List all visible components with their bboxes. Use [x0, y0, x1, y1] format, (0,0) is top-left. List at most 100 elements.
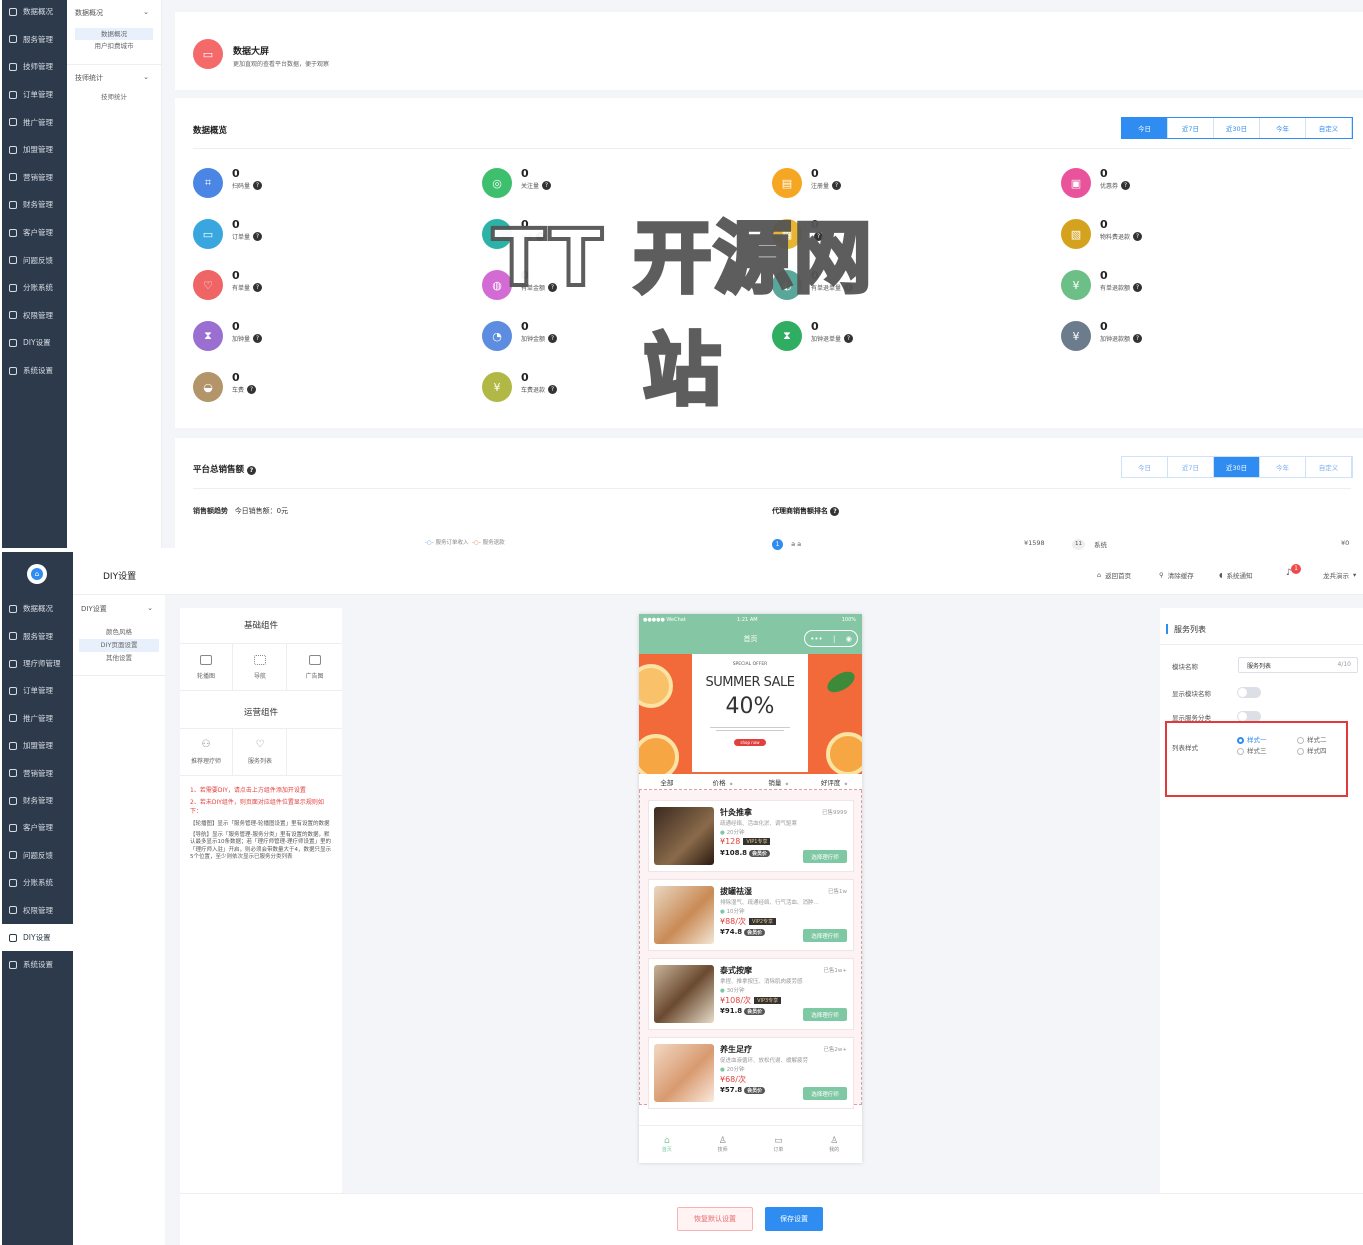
- range-tab[interactable]: 近30日: [1214, 118, 1260, 138]
- range-tab[interactable]: 近7日: [1168, 118, 1214, 138]
- style-radio-2[interactable]: 样式二: [1297, 735, 1327, 746]
- sidebar-item[interactable]: 加盟管理: [2, 732, 73, 760]
- choose-therapist-button[interactable]: 选择理疗师: [803, 850, 847, 863]
- sidebar-item[interactable]: 系统设置: [2, 951, 73, 979]
- sidebar-item[interactable]: 权限管理: [2, 302, 67, 330]
- tabbar-item[interactable]: ⌂ 首页: [662, 1136, 672, 1153]
- range-tab[interactable]: 近7日: [1168, 457, 1214, 477]
- help-icon[interactable]: ?: [1133, 232, 1143, 241]
- home-logo-icon[interactable]: ⌂: [27, 564, 47, 584]
- clear-cache-link[interactable]: ⚲ 清除缓存: [1159, 570, 1194, 580]
- submenu-item-color[interactable]: 颜色风格: [79, 626, 159, 639]
- range-tab[interactable]: 自定义: [1306, 118, 1352, 138]
- help-icon[interactable]: ?: [246, 466, 256, 475]
- submenu-item[interactable]: 用户扣费城市: [75, 40, 153, 52]
- submenu-item[interactable]: 数据概况: [75, 28, 153, 40]
- submenu-item[interactable]: 技师统计: [75, 91, 153, 103]
- home-link[interactable]: ⌂ 返回首页: [1097, 570, 1131, 580]
- range-tab[interactable]: 今年: [1260, 118, 1306, 138]
- range-tab[interactable]: 自定义: [1306, 457, 1352, 477]
- sidebar-item[interactable]: 财务管理: [2, 787, 73, 815]
- capsule-button[interactable]: ••• | ◉: [804, 630, 858, 647]
- sidebar-item[interactable]: 问题反馈: [2, 246, 67, 274]
- sidebar-item[interactable]: 订单管理: [2, 81, 67, 109]
- sidebar-item[interactable]: 服务管理: [2, 26, 67, 54]
- stat-item: ▣ 0 优惠券?: [1061, 168, 1131, 198]
- sidebar-item[interactable]: 分账系统: [2, 869, 73, 897]
- save-button[interactable]: 保存设置: [765, 1207, 823, 1231]
- filter-tab[interactable]: 销量 ◆: [751, 777, 807, 787]
- sidebar-item[interactable]: 数据概况: [2, 595, 73, 623]
- choose-therapist-button[interactable]: 选择理疗师: [803, 1008, 847, 1021]
- help-icon[interactable]: ?: [253, 181, 263, 190]
- promo-banner[interactable]: SPECIAL OFFER SUMMER SALE 40% shop now: [639, 654, 862, 774]
- sidebar-item[interactable]: 数据概况: [2, 0, 67, 26]
- module-name-input[interactable]: 服务列表 4/10: [1238, 657, 1358, 673]
- submenu-group-title[interactable]: 数据概况 ⌄: [67, 8, 161, 20]
- sidebar-item[interactable]: 服务管理: [2, 622, 73, 650]
- user-menu[interactable]: 龙兵演示 ▾: [1323, 570, 1356, 580]
- sidebar-item[interactable]: 技师管理: [2, 53, 67, 81]
- help-icon[interactable]: ?: [832, 181, 842, 190]
- style-radio-4[interactable]: 样式四: [1297, 746, 1327, 757]
- tabbar-item[interactable]: ♙ 我的: [829, 1136, 839, 1153]
- help-icon[interactable]: ?: [247, 385, 257, 394]
- service-card[interactable]: 拔罐祛湿 已售1w 排除湿气、疏通经络、行气活血、消肿... ● 10分钟 ¥88/次 V…: [648, 879, 854, 951]
- ad-component[interactable]: 广告图: [288, 644, 341, 690]
- sidebar-item[interactable]: 财务管理: [2, 191, 67, 219]
- grid-icon: [254, 654, 266, 665]
- sidebar-item[interactable]: 权限管理: [2, 896, 73, 924]
- sidebar-item[interactable]: 客户管理: [2, 814, 73, 842]
- help-icon[interactable]: ?: [1133, 334, 1143, 343]
- sidebar-item[interactable]: 加盟管理: [2, 136, 67, 164]
- range-tab[interactable]: 近30日: [1214, 457, 1260, 477]
- style-radio-1[interactable]: 样式一: [1237, 735, 1287, 746]
- range-tab[interactable]: 今日: [1122, 457, 1168, 477]
- service-card[interactable]: 养生足疗 已售2w+ 促进血液循环、放松代谢、缓解疲劳 ● 20分钟 ¥68/次 ¥57.…: [648, 1037, 854, 1109]
- show-name-toggle[interactable]: [1237, 687, 1261, 698]
- carousel-component[interactable]: 轮播图: [180, 644, 233, 690]
- sidebar-item[interactable]: 营销管理: [2, 164, 67, 192]
- choose-therapist-button[interactable]: 选择理疗师: [803, 929, 847, 942]
- submenu-item-diy-page[interactable]: DIY页面设置: [79, 639, 159, 652]
- sidebar-item[interactable]: DIY设置: [2, 923, 73, 952]
- therapist-component[interactable]: ⚇ 推荐理疗师: [180, 729, 233, 775]
- help-icon[interactable]: ?: [830, 507, 840, 516]
- nav-component[interactable]: 导航: [234, 644, 287, 690]
- help-icon[interactable]: ?: [253, 334, 263, 343]
- style-radio-3[interactable]: 样式三: [1237, 746, 1287, 757]
- sidebar-item[interactable]: 推广管理: [2, 705, 73, 733]
- sidebar-item[interactable]: 问题反馈: [2, 842, 73, 870]
- submenu-item-other[interactable]: 其他设置: [79, 652, 159, 665]
- filter-tab[interactable]: 全部: [639, 777, 695, 787]
- help-icon[interactable]: ?: [253, 283, 263, 292]
- reset-button[interactable]: 恢复默认设置: [677, 1207, 753, 1231]
- service-card[interactable]: 针灸推拿 已售9999 疏通经络、活血化淤、调气驱寒 ● 20分钟 ¥128 VIP1专享…: [648, 800, 854, 872]
- submenu-group-title[interactable]: 技师统计 ⌄: [67, 73, 161, 85]
- range-tab[interactable]: 今年: [1260, 457, 1306, 477]
- submenu-group-title[interactable]: DIY设置 ⌄: [73, 604, 165, 616]
- sidebar-item[interactable]: 推广管理: [2, 108, 67, 136]
- help-icon[interactable]: ?: [542, 181, 552, 190]
- sidebar-item[interactable]: DIY设置: [2, 329, 67, 357]
- help-icon[interactable]: ?: [1133, 283, 1143, 292]
- help-icon[interactable]: ?: [253, 232, 263, 241]
- sidebar-item[interactable]: 订单管理: [2, 677, 73, 705]
- shop-now-button[interactable]: shop now: [734, 739, 766, 746]
- tabbar-item[interactable]: ♙ 技师: [718, 1136, 728, 1153]
- service-card[interactable]: 泰式按摩 已售1w+ 拿捏、推拿按压、消除肌肉疲劳感 ● 30分钟 ¥108/次 VIP3…: [648, 958, 854, 1030]
- sidebar-item[interactable]: 系统设置: [2, 357, 67, 385]
- service-list-component[interactable]: ♡ 服务列表: [234, 729, 287, 775]
- sidebar-item[interactable]: 分账系统: [2, 274, 67, 302]
- filter-tab[interactable]: 价格 ◆: [695, 777, 751, 787]
- range-tab[interactable]: 今日: [1122, 118, 1168, 138]
- sidebar-item[interactable]: 理疗师管理: [2, 650, 73, 678]
- data-screen-banner[interactable]: ▭ 数据大屏 更加直观的查看平台数据，便于观察: [175, 12, 1363, 90]
- sidebar-item[interactable]: 营销管理: [2, 759, 73, 787]
- notice-link[interactable]: ◖ 系统通知: [1219, 570, 1252, 580]
- filter-tab[interactable]: 好评度 ◆: [806, 777, 862, 787]
- help-icon[interactable]: ?: [1121, 181, 1131, 190]
- sidebar-item[interactable]: 客户管理: [2, 219, 67, 247]
- tabbar-item[interactable]: ▭ 订单: [773, 1136, 783, 1153]
- choose-therapist-button[interactable]: 选择理疗师: [803, 1087, 847, 1100]
